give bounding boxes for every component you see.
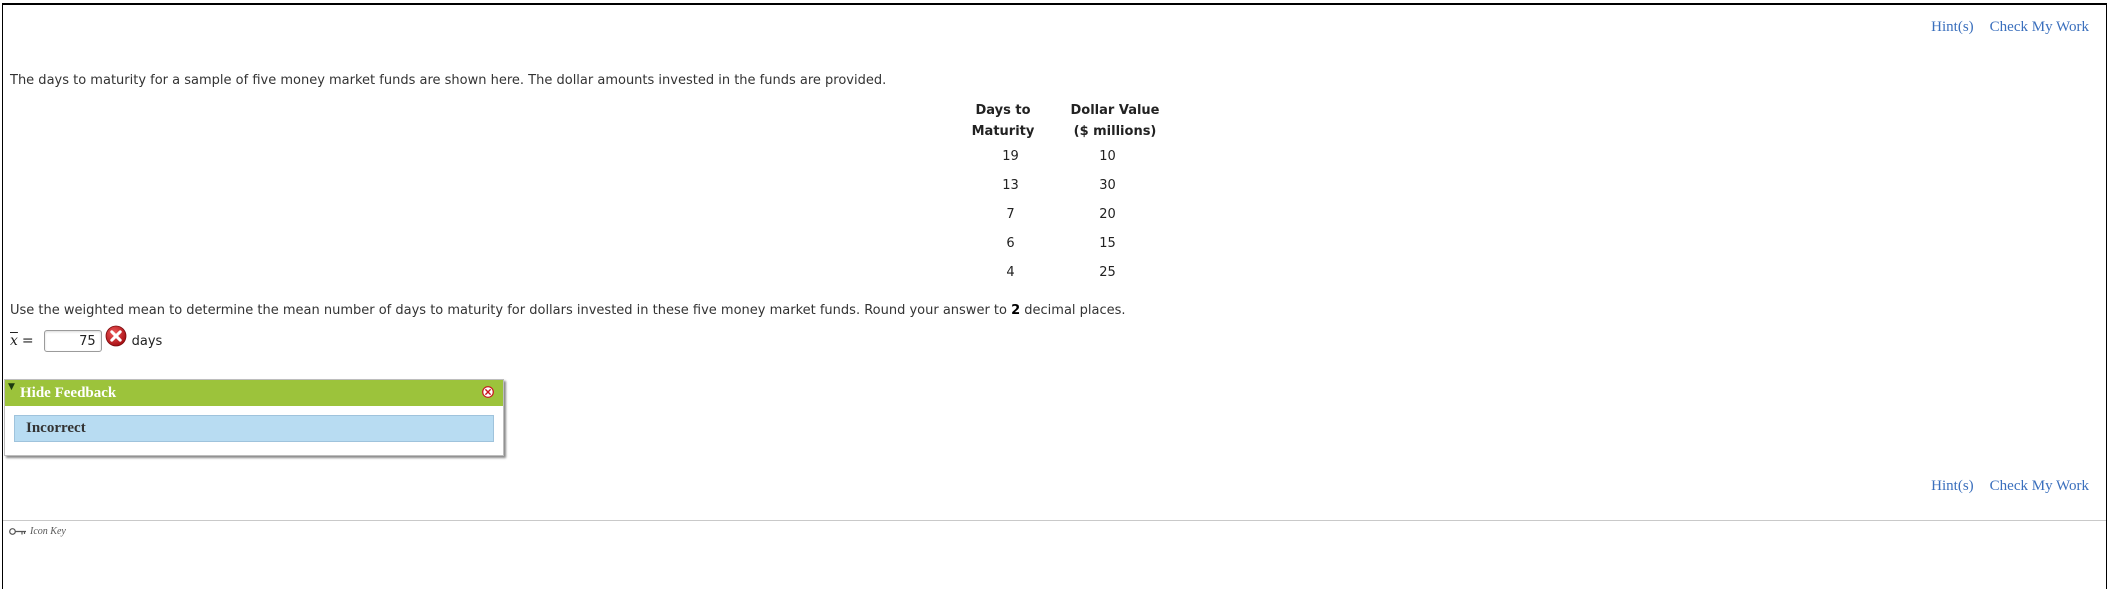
feedback-message: Incorrect: [14, 415, 494, 442]
table-row: 19 10: [966, 142, 1160, 171]
footer-divider: [3, 520, 2106, 521]
feedback-title: Hide Feedback: [20, 385, 117, 401]
table-row: 13 30: [966, 171, 1160, 200]
table-row: 4 25: [966, 258, 1160, 287]
check-my-work-link[interactable]: Check My Work: [1990, 19, 2089, 36]
icon-key-label: Icon Key: [30, 526, 66, 537]
intro-text: The days to maturity for a sample of fiv…: [10, 73, 887, 88]
answer-input[interactable]: [43, 330, 102, 352]
check-my-work-link[interactable]: Check My Work: [1990, 478, 2089, 495]
page-frame: [2, 3, 2107, 589]
column-header-days: Days to Maturity: [971, 103, 1035, 139]
cell-dollar-value: 25: [1099, 265, 1116, 280]
close-icon[interactable]: [482, 386, 494, 398]
cell-days: 19: [1002, 149, 1019, 164]
hints-link[interactable]: Hint(s): [1931, 478, 1974, 495]
key-icon: [9, 528, 26, 535]
decimal-places-count: 2: [1011, 303, 1021, 318]
cell-dollar-value: 10: [1099, 149, 1116, 164]
table-row: 6 15: [966, 229, 1160, 258]
x-bar-symbol: x: [10, 333, 18, 349]
answer-row: x = days: [10, 325, 163, 355]
bottom-links: Hint(s) Check My Work: [1931, 478, 2089, 495]
hide-feedback-toggle[interactable]: ▼ Hide Feedback: [5, 380, 503, 406]
cell-days: 6: [1006, 236, 1015, 251]
feedback-panel: ▼ Hide Feedback Incorrect: [4, 379, 504, 456]
cell-dollar-value: 30: [1099, 178, 1116, 193]
column-header-dollar-value: Dollar Value ($ millions): [1070, 103, 1160, 139]
cell-dollar-value: 20: [1099, 207, 1116, 222]
question-text: Use the weighted mean to determine the m…: [10, 303, 1126, 318]
cell-days: 7: [1006, 207, 1015, 222]
cell-days: 4: [1006, 265, 1015, 280]
icon-key[interactable]: Icon Key: [9, 526, 66, 537]
triangle-down-icon: ▼: [8, 382, 15, 392]
unit-label: days: [131, 333, 163, 349]
top-links: Hint(s) Check My Work: [1931, 19, 2089, 36]
data-table: Days to Maturity Dollar Value ($ million…: [966, 100, 1160, 287]
cell-days: 13: [1002, 178, 1019, 193]
hints-link[interactable]: Hint(s): [1931, 19, 1974, 36]
table-row: 7 20: [966, 200, 1160, 229]
equals-sign: =: [21, 333, 34, 349]
cell-dollar-value: 15: [1099, 236, 1116, 251]
incorrect-x-icon: [105, 325, 127, 347]
